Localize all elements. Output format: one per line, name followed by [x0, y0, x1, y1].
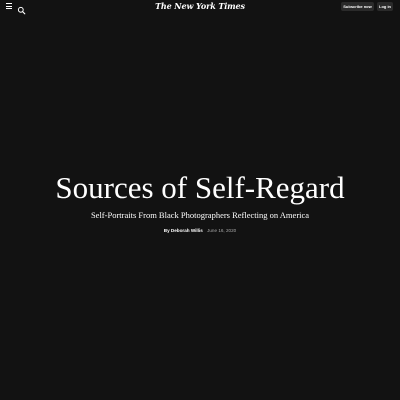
nyt-logo[interactable]: The New York Times	[150, 0, 250, 12]
byline-author[interactable]: By Deborah Willis	[164, 228, 203, 233]
search-icon-graphic	[17, 6, 26, 15]
menu-line	[6, 8, 12, 9]
article-subtitle: Self-Portraits From Black Photographers …	[90, 210, 310, 220]
menu-line	[6, 5, 12, 7]
byline: By Deborah Willis June 16, 2020	[0, 227, 400, 235]
login-button[interactable]: Log in	[377, 2, 393, 11]
article-page: The New York Times Subscribe now Log in …	[0, 0, 400, 400]
menu-line	[6, 3, 12, 4]
article-title: Sources of Self-Regard	[55, 170, 345, 205]
hamburger-menu-icon[interactable]	[6, 3, 12, 9]
publish-date: June 16, 2020	[207, 228, 237, 233]
top-navigation-bar: The New York Times Subscribe now Log in	[0, 0, 400, 15]
subscribe-button[interactable]: Subscribe now	[341, 2, 374, 11]
search-icon[interactable]	[17, 2, 26, 15]
